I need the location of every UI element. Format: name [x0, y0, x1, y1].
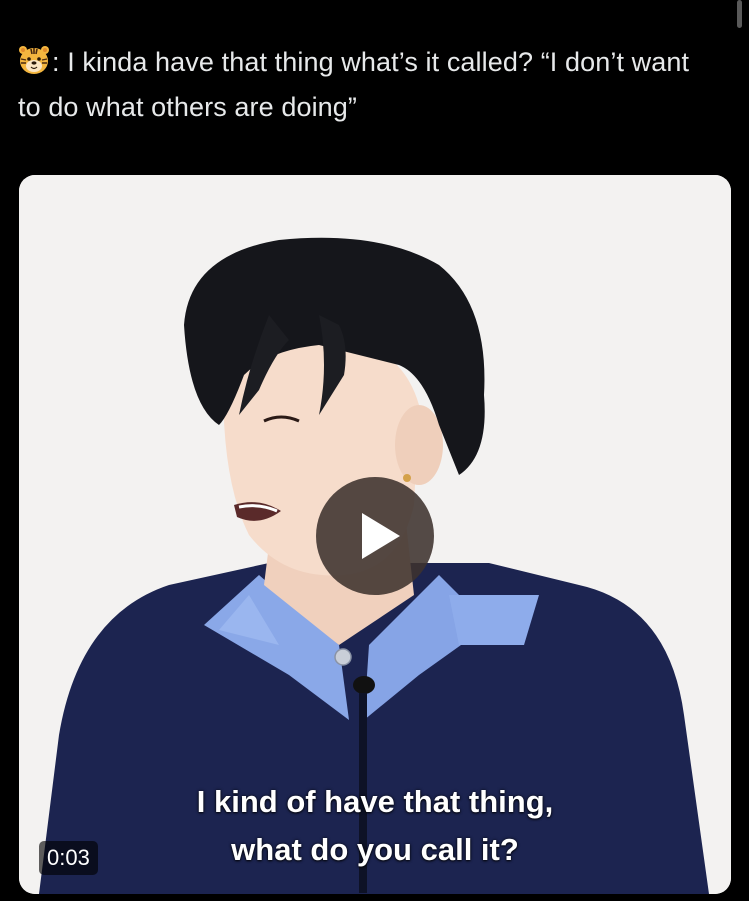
play-button[interactable] [316, 477, 434, 595]
scrollbar[interactable] [737, 0, 742, 28]
subtitle-line-2: what do you call it? [231, 832, 519, 867]
tweet-text: : I kinda have that thing what’s it call… [18, 42, 718, 128]
subtitle-line-1: I kind of have that thing, [196, 784, 554, 819]
tiger-face-icon [18, 45, 50, 87]
tweet-text-content: : I kinda have that thing what’s it call… [18, 47, 690, 122]
video-duration-badge: 0:03 [39, 841, 98, 875]
video-player[interactable]: I kind of have that thing, what do you c… [19, 175, 731, 894]
play-icon [362, 513, 400, 559]
